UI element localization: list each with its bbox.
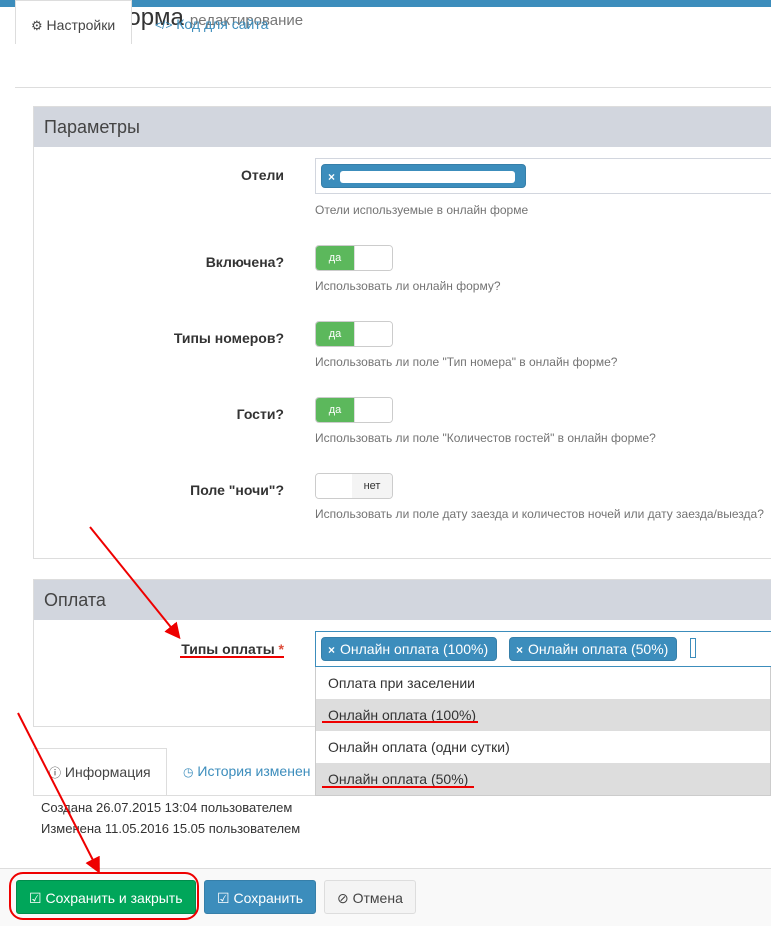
annotation-arrows [17,526,181,874]
annotation-arrow [89,526,181,640]
annotation-arrow [17,712,100,874]
